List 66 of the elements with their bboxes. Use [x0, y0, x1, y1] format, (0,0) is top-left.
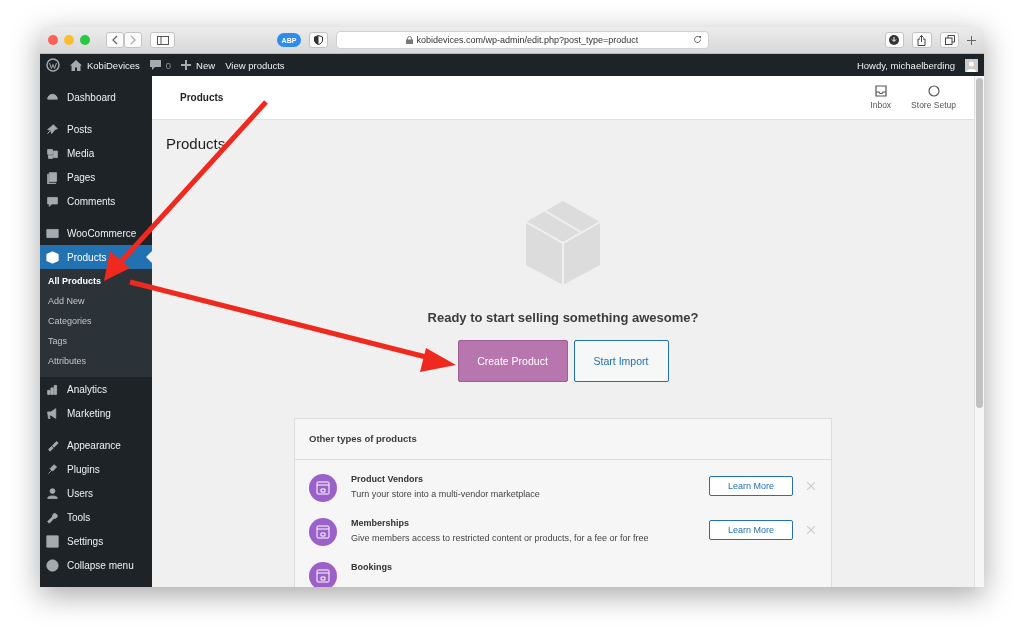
shield-button[interactable] — [308, 32, 329, 48]
sidebar-item[interactable]: Comments — [40, 189, 152, 213]
card-title: Other types of products — [295, 419, 831, 460]
download-icon — [889, 35, 900, 45]
header-action[interactable]: Inbox — [860, 85, 902, 110]
header-action[interactable]: Store Setup — [901, 85, 966, 110]
site-name-link[interactable]: KobiDevices — [87, 59, 140, 71]
forward-icon — [130, 35, 136, 45]
plus-icon — [181, 60, 192, 70]
submenu-item[interactable]: Categories — [40, 311, 152, 331]
share-button[interactable] — [912, 32, 932, 48]
submenu-item[interactable]: All Products — [40, 271, 152, 291]
sidebar-icon — [156, 35, 169, 45]
sidebar-item[interactable]: Tools — [40, 505, 152, 529]
wordpress-logo-icon[interactable] — [46, 58, 60, 72]
view-products-link[interactable]: View products — [225, 59, 285, 71]
header-title: Products — [180, 92, 224, 103]
sidebar-item[interactable]: Dashboard — [40, 85, 152, 109]
product-type-description: Give members access to restricted content or products, for a fee or for free — [351, 532, 650, 545]
sidebar-item[interactable]: Appearance — [40, 433, 152, 457]
shield-icon — [313, 35, 323, 45]
store-icon — [309, 518, 337, 546]
sidebar-item[interactable]: Users — [40, 481, 152, 505]
product-type-name: Product Vendors — [351, 474, 424, 484]
avatar-icon[interactable] — [965, 58, 978, 72]
share-icon — [917, 34, 927, 46]
submenu-item[interactable]: Add New — [40, 291, 152, 311]
sidebar-item[interactable]: Analytics — [40, 377, 152, 401]
empty-state-message: Ready to start selling something awesome? — [427, 310, 699, 325]
learn-more-button[interactable]: Learn More — [709, 520, 793, 540]
store-icon — [309, 474, 337, 502]
sidebar-item[interactable]: Pages — [40, 165, 152, 189]
reload-icon[interactable] — [692, 35, 702, 44]
sidebar-toggle-button[interactable] — [150, 32, 176, 48]
comment-count[interactable]: 0 — [165, 59, 172, 71]
comment-icon — [149, 59, 161, 71]
product-type-name: Memberships — [351, 518, 411, 528]
back-icon — [112, 35, 118, 45]
address-field[interactable]: kobidevices.com/wp-admin/edit.php?post_type=product — [336, 31, 709, 49]
sidebar-item[interactable]: Collapse menu — [40, 553, 152, 577]
new-link[interactable]: New — [196, 59, 216, 71]
lock-icon — [406, 36, 414, 44]
scrollbar-thumb[interactable] — [976, 78, 983, 408]
sidebar-item[interactable]: Settings — [40, 529, 152, 553]
learn-more-button[interactable]: Learn More — [709, 476, 793, 496]
close-button[interactable] — [48, 35, 58, 45]
greeting-link[interactable]: Howdy, michaelberding — [856, 59, 955, 71]
submenu-item[interactable]: Attributes — [40, 351, 152, 371]
submenu-item[interactable]: Tags — [40, 331, 152, 351]
sidebar-item[interactable]: Media — [40, 141, 152, 165]
back-button[interactable] — [106, 32, 124, 48]
home-icon — [70, 59, 82, 71]
new-tab-icon[interactable] — [967, 35, 977, 45]
sidebar-item[interactable]: Marketing — [40, 401, 152, 425]
circle-icon — [927, 85, 940, 97]
sidebar-item[interactable]: Posts — [40, 117, 152, 141]
sidebar-item[interactable]: Plugins — [40, 457, 152, 481]
tabs-button[interactable] — [939, 32, 960, 48]
tabs-icon — [944, 35, 955, 45]
inbox-icon — [874, 85, 887, 97]
product-type-description: Turn your store into a multi-vendor marketplace — [351, 488, 541, 501]
sidebar-item[interactable]: WooCommerce — [40, 221, 152, 245]
import-button[interactable]: Start Import — [573, 340, 669, 382]
product-type-name: Bookings — [351, 562, 393, 572]
page-title: Products — [166, 135, 226, 152]
download-button[interactable] — [884, 32, 905, 48]
